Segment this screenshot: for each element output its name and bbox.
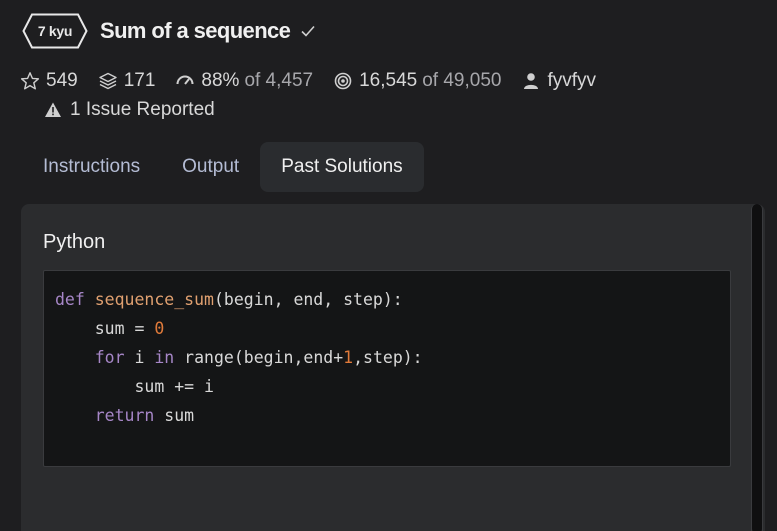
tab-output[interactable]: Output bbox=[161, 142, 260, 192]
attempts-count: of 49,050 bbox=[422, 70, 502, 91]
code-token: sum bbox=[154, 406, 195, 425]
code-line: return sum bbox=[55, 401, 423, 430]
code-token: ,step): bbox=[353, 348, 423, 367]
star-icon bbox=[20, 72, 40, 90]
warning-icon bbox=[45, 102, 61, 117]
solution-code: def sequence_sum(begin, end, step): sum … bbox=[55, 285, 423, 430]
tab-past-solutions[interactable]: Past Solutions bbox=[260, 142, 424, 192]
stars-count: 549 bbox=[46, 70, 78, 91]
kata-page: 7 kyu Sum of a sequence 549 171 88% of 4… bbox=[0, 0, 777, 531]
tab-instructions[interactable]: Instructions bbox=[22, 142, 161, 192]
solutions-panel: Python def sequence_sum(begin, end, step… bbox=[21, 204, 765, 531]
code-token: in bbox=[154, 348, 175, 367]
kata-header: 7 kyu Sum of a sequence bbox=[22, 12, 316, 50]
satisfaction-rate: 88% bbox=[201, 70, 240, 91]
author-stat[interactable]: fyvfyv bbox=[521, 70, 596, 92]
completed-stat: 16,545 of 49,050 bbox=[333, 70, 501, 92]
code-line: sum = 0 bbox=[55, 314, 423, 343]
code-token: range(begin,end+ bbox=[174, 348, 344, 367]
layers-icon bbox=[99, 72, 117, 90]
user-icon bbox=[524, 73, 539, 89]
code-line: for i in range(begin,end+1,step): bbox=[55, 343, 423, 372]
kata-title[interactable]: Sum of a sequence bbox=[100, 18, 291, 44]
code-token: sum = bbox=[55, 319, 155, 338]
panel-scrollbar[interactable] bbox=[751, 204, 763, 531]
code-line: def sequence_sum(begin, end, step): bbox=[55, 285, 423, 314]
gauge-icon bbox=[176, 75, 194, 85]
code-token: (begin, end, step): bbox=[213, 290, 403, 309]
issues-link[interactable]: 1 Issue Reported bbox=[44, 97, 215, 123]
collections-count: 171 bbox=[123, 70, 156, 91]
completed-count: 16,545 bbox=[359, 70, 418, 91]
collections-stat[interactable]: 171 bbox=[98, 70, 156, 92]
satisfaction-stat: 88% of 4,457 bbox=[175, 70, 313, 92]
kata-stats: 549 171 88% of 4,457 16,545 of 49,050 fy… bbox=[20, 68, 616, 94]
rank-badge: 7 kyu bbox=[22, 13, 88, 49]
stars-stat[interactable]: 549 bbox=[20, 70, 78, 92]
check-icon bbox=[301, 25, 315, 37]
satisfaction-votes: of 4,457 bbox=[244, 70, 314, 91]
issues-label: 1 Issue Reported bbox=[70, 99, 215, 120]
code-token: return bbox=[94, 406, 155, 425]
code-token: 0 bbox=[154, 319, 165, 338]
code-token: for bbox=[94, 348, 125, 367]
code-token: 1 bbox=[343, 348, 354, 367]
code-token: i bbox=[124, 348, 155, 367]
author-name: fyvfyv bbox=[547, 70, 597, 91]
kata-tabs: Instructions Output Past Solutions bbox=[22, 142, 424, 192]
code-token: sequence_sum bbox=[94, 290, 214, 309]
scrollbar-thumb[interactable] bbox=[752, 204, 762, 531]
code-block[interactable]: def sequence_sum(begin, end, step): sum … bbox=[43, 270, 731, 467]
rank-label: 7 kyu bbox=[37, 23, 73, 39]
code-token: sum += i bbox=[55, 377, 214, 396]
target-icon bbox=[334, 72, 352, 90]
language-heading: Python bbox=[43, 231, 106, 253]
code-token: def bbox=[55, 290, 95, 309]
code-line: sum += i bbox=[55, 372, 423, 401]
